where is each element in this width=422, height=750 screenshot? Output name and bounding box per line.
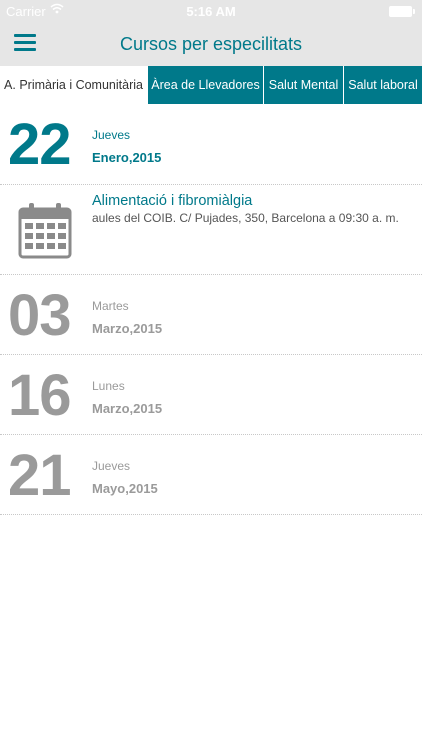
tab-primaria-comunitaria[interactable]: A. Primària i Comunitària (0, 66, 147, 104)
date-row: 22 Jueves Enero,2015 (0, 104, 422, 185)
calendar-icon (18, 203, 72, 259)
event-row[interactable]: Alimentació i fibromiàlgia aules del COI… (0, 185, 422, 275)
date-day: 22 (8, 112, 72, 177)
battery-icon (389, 6, 415, 17)
date-row: 03 Martes Marzo,2015 (0, 275, 422, 355)
tab-salut-laboral[interactable]: Salut laboral (343, 66, 422, 104)
date-weekday: Martes (92, 299, 129, 313)
date-month-year: Mayo,2015 (92, 481, 158, 496)
category-tabs: A. Primària i Comunitària Àrea de Llevad… (0, 66, 422, 104)
date-day: 16 (8, 363, 72, 428)
date-weekday: Lunes (92, 379, 125, 393)
tab-salut-mental[interactable]: Salut Mental (263, 66, 343, 104)
top-bar: Carrier 5:16 AM Cursos per especilitats (0, 0, 422, 66)
status-time: 5:16 AM (186, 4, 236, 19)
date-weekday: Jueves (92, 128, 131, 142)
event-title: Alimentació i fibromiàlgia (92, 193, 253, 209)
page-title: Cursos per especilitats (119, 34, 303, 54)
date-weekday: Jueves (92, 459, 131, 473)
date-row: 16 Lunes Marzo,2015 (0, 355, 422, 435)
status-bar: Carrier 5:16 AM (0, 0, 422, 22)
date-month-year: Marzo,2015 (92, 321, 163, 336)
tab-area-llevadores[interactable]: Àrea de Llevadores (147, 66, 263, 104)
date-month-year: Marzo,2015 (92, 401, 163, 416)
course-list: 22 Jueves Enero,2015 Alimentació i fibro… (0, 104, 422, 515)
date-day: 03 (8, 283, 72, 348)
date-row: 21 Jueves Mayo,2015 (0, 435, 422, 515)
date-day: 21 (8, 443, 72, 508)
event-place: aules del COIB. C/ Pujades, 350, Barcelo… (92, 211, 399, 225)
date-month-year: Enero,2015 (92, 150, 162, 165)
